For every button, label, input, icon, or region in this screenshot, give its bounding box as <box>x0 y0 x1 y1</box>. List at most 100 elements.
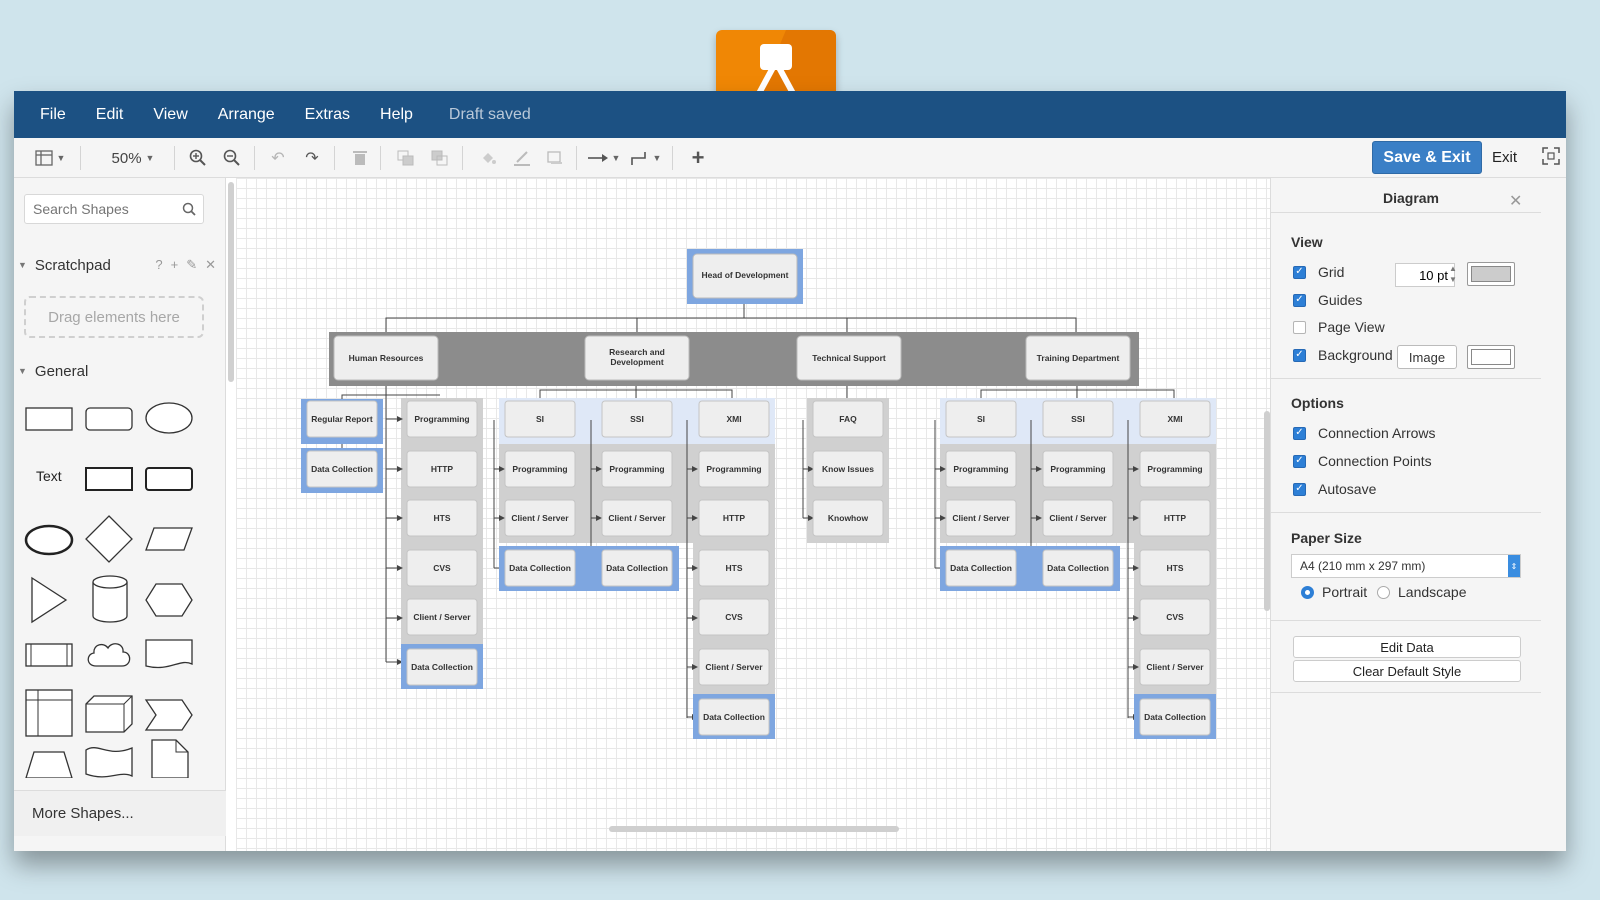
diagram-canvas[interactable]: Head of Development Human Resources Rese… <box>236 178 1284 851</box>
org-chart[interactable]: Head of Development Human Resources Rese… <box>236 178 1266 851</box>
background-image-button[interactable]: Image <box>1397 345 1457 369</box>
parallelogram-shape[interactable] <box>144 524 194 554</box>
edit-data-button[interactable]: Edit Data <box>1293 636 1521 658</box>
background-color-swatch[interactable] <box>1467 345 1515 369</box>
search-icon[interactable] <box>182 202 196 221</box>
cube-shape[interactable] <box>84 694 134 734</box>
menu-view[interactable]: View <box>153 106 187 124</box>
org-node[interactable]: Programming <box>698 450 770 488</box>
zoom-in-icon[interactable] <box>186 145 210 171</box>
org-node[interactable]: Data Collection <box>406 648 478 686</box>
connection-arrows-checkbox[interactable]: ✓ Connection Arrows <box>1293 425 1436 441</box>
menu-arrange[interactable]: Arrange <box>218 106 275 124</box>
org-node[interactable]: Client / Server <box>1042 499 1114 537</box>
hexagon-shape[interactable] <box>144 582 194 618</box>
rectangle-shape[interactable] <box>24 404 74 434</box>
org-node[interactable]: HTTP <box>406 450 478 488</box>
close-panel-icon[interactable]: ✕ <box>1509 191 1522 211</box>
org-node[interactable]: SI <box>945 400 1017 438</box>
org-node[interactable]: Programming <box>1042 450 1114 488</box>
clear-default-style-button[interactable]: Clear Default Style <box>1293 660 1521 682</box>
org-node[interactable]: XMI <box>698 400 770 438</box>
zoom-out-icon[interactable] <box>220 145 244 171</box>
connection-points-checkbox[interactable]: ✓ Connection Points <box>1293 453 1432 469</box>
text-box-shape[interactable] <box>84 464 134 494</box>
org-node[interactable]: Knowhow <box>812 499 884 537</box>
document-shape[interactable] <box>144 638 194 672</box>
org-node[interactable]: HTTP <box>1139 499 1211 537</box>
table-shape[interactable] <box>24 688 74 738</box>
canvas-hscrollbar[interactable] <box>609 826 899 832</box>
sidebar-scrollbar[interactable] <box>228 182 234 382</box>
org-node[interactable]: Client / Server <box>945 499 1017 537</box>
root-node[interactable]: Head of Development <box>692 253 798 299</box>
org-node[interactable]: XMI <box>1139 400 1211 438</box>
org-node[interactable]: Programming <box>945 450 1017 488</box>
org-node[interactable]: Client / Server <box>406 598 478 636</box>
grid-checkbox[interactable]: ✓ Grid <box>1293 264 1344 280</box>
ellipse-bold-shape[interactable] <box>24 522 74 558</box>
menu-edit[interactable]: Edit <box>96 106 124 124</box>
portrait-radio[interactable]: Portrait <box>1301 584 1367 600</box>
exit-button[interactable]: Exit <box>1492 149 1517 166</box>
fill-color-icon[interactable] <box>476 145 500 171</box>
note-shape[interactable] <box>150 738 190 778</box>
org-node[interactable]: CVS <box>406 549 478 587</box>
edit-icon[interactable]: ✎ <box>186 257 197 273</box>
org-node[interactable]: Data Collection <box>601 549 673 587</box>
org-node[interactable]: Client / Server <box>601 499 673 537</box>
rounded-rectangle-shape[interactable] <box>84 404 134 434</box>
line-color-icon[interactable] <box>510 145 534 171</box>
org-node[interactable]: Programming <box>601 450 673 488</box>
department-node[interactable]: Research andDevelopment <box>584 335 690 381</box>
org-node[interactable]: Data Collection <box>306 450 378 488</box>
close-icon[interactable]: ✕ <box>205 257 216 273</box>
menu-file[interactable]: File <box>40 106 66 124</box>
triangle-shape[interactable] <box>28 576 68 624</box>
zoom-dropdown[interactable]: 50% ▼ <box>98 145 168 171</box>
org-node[interactable]: Data Collection <box>1139 698 1211 736</box>
general-header[interactable]: ▼ General <box>14 354 226 388</box>
grid-size-stepper[interactable]: ▲ ▼ <box>1449 263 1457 285</box>
department-band[interactable] <box>329 332 1139 386</box>
shadow-icon[interactable] <box>544 145 568 171</box>
org-node[interactable]: Know Issues <box>812 450 884 488</box>
org-node[interactable]: Programming <box>1139 450 1211 488</box>
to-back-icon[interactable] <box>428 145 452 171</box>
tape-shape[interactable] <box>84 742 134 778</box>
org-node[interactable]: Data Collection <box>504 549 576 587</box>
org-node[interactable]: HTS <box>698 549 770 587</box>
autosave-checkbox[interactable]: ✓ Autosave <box>1293 481 1376 497</box>
org-node[interactable]: Data Collection <box>698 698 770 736</box>
department-node[interactable]: Technical Support <box>796 335 902 381</box>
insert-icon[interactable]: + <box>686 145 710 171</box>
menu-extras[interactable]: Extras <box>305 106 350 124</box>
org-node[interactable]: Regular Report <box>306 400 378 438</box>
connection-icon[interactable]: ▼ <box>586 145 622 171</box>
menu-help[interactable]: Help <box>380 106 413 124</box>
org-node[interactable]: Data Collection <box>1042 549 1114 587</box>
process-shape[interactable] <box>24 640 74 670</box>
org-node[interactable]: FAQ <box>812 400 884 438</box>
org-node[interactable]: SSI <box>601 400 673 438</box>
org-node[interactable]: HTTP <box>698 499 770 537</box>
org-node[interactable]: Programming <box>406 400 478 438</box>
org-node[interactable]: Client / Server <box>1139 648 1211 686</box>
cylinder-shape[interactable] <box>90 574 130 624</box>
guides-checkbox[interactable]: ✓ Guides <box>1293 292 1362 308</box>
page-view-checkbox[interactable]: Page View <box>1293 319 1385 335</box>
add-icon[interactable]: + <box>171 257 179 273</box>
delete-icon[interactable] <box>348 145 372 171</box>
save-exit-button[interactable]: Save & Exit <box>1372 141 1482 174</box>
grid-color-swatch[interactable] <box>1467 262 1515 286</box>
background-checkbox[interactable]: ✓ Background <box>1293 347 1393 363</box>
cloud-shape[interactable] <box>84 638 134 672</box>
org-node[interactable]: CVS <box>1139 598 1211 636</box>
grid-size-input[interactable]: 10 pt <box>1395 263 1455 287</box>
org-node[interactable]: HTS <box>406 499 478 537</box>
org-node[interactable]: Client / Server <box>698 648 770 686</box>
step-shape[interactable] <box>144 698 194 732</box>
to-front-icon[interactable] <box>394 145 418 171</box>
org-node[interactable]: Client / Server <box>504 499 576 537</box>
department-node[interactable]: Human Resources <box>333 335 439 381</box>
